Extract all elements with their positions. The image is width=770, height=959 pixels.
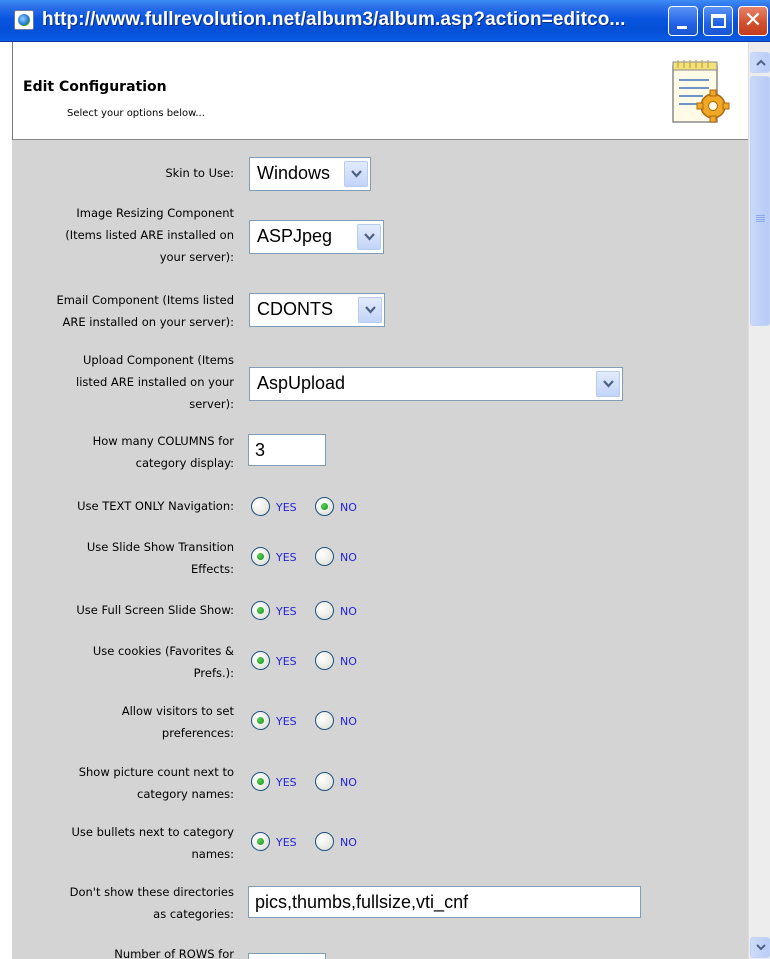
visitor-prefs-label: Allow visitors to set preferences: <box>121 704 234 740</box>
config-document-gear-icon <box>672 60 730 123</box>
columns-input-value: 3 <box>255 440 266 460</box>
visitor-prefs-no-label[interactable]: NO <box>340 715 357 728</box>
config-form: Skin to Use: Windows Image Resizing Comp… <box>12 140 748 959</box>
rows-label: Number of ROWS for <box>114 947 234 959</box>
email-select-value: CDONTS <box>257 299 333 319</box>
title-bar[interactable]: http://www.fullrevolution.net/album3/alb… <box>0 0 770 42</box>
visitor-prefs-no-radio[interactable] <box>315 711 334 730</box>
full-screen-yes-label[interactable]: YES <box>276 605 297 618</box>
bullets-yes-label[interactable]: YES <box>276 836 297 849</box>
cookies-yes-radio[interactable] <box>251 651 270 670</box>
slide-transition-no-radio[interactable] <box>315 547 334 566</box>
text-only-nav-yes-label[interactable]: YES <box>276 501 297 514</box>
upload-label: Upload Component (Items listed ARE insta… <box>76 353 234 411</box>
ie-page-icon <box>14 10 34 30</box>
minimize-button[interactable] <box>668 6 698 36</box>
chevron-down-icon[interactable] <box>596 371 620 397</box>
text-only-nav-label: Use TEXT ONLY Navigation: <box>77 499 234 513</box>
close-button[interactable]: ✕ <box>738 6 768 36</box>
vertical-scrollbar[interactable] <box>748 42 770 959</box>
chevron-up-icon <box>756 59 766 66</box>
browser-window: http://www.fullrevolution.net/album3/alb… <box>0 0 770 959</box>
picture-count-yes-label[interactable]: YES <box>276 776 297 789</box>
image-resizing-label: Image Resizing Component (Items listed A… <box>65 206 234 264</box>
page-subtitle: Select your options below... <box>67 108 205 119</box>
picture-count-yes-radio[interactable] <box>251 772 270 791</box>
slide-transition-yes-label[interactable]: YES <box>276 551 297 564</box>
text-only-nav-yes-radio[interactable] <box>251 497 270 516</box>
columns-input[interactable]: 3 <box>248 434 326 466</box>
bullets-label: Use bullets next to category names: <box>71 825 234 861</box>
image-resizing-select[interactable]: ASPJpeg <box>249 220 384 254</box>
bullets-no-label[interactable]: NO <box>340 836 357 849</box>
upload-select[interactable]: AspUpload <box>249 367 623 401</box>
text-only-nav-no-radio[interactable] <box>315 497 334 516</box>
full-screen-no-label[interactable]: NO <box>340 605 357 618</box>
full-screen-yes-radio[interactable] <box>251 601 270 620</box>
cookies-no-label[interactable]: NO <box>340 655 357 668</box>
window-title: http://www.fullrevolution.net/album3/alb… <box>42 9 626 30</box>
visitor-prefs-yes-radio[interactable] <box>251 711 270 730</box>
rows-input[interactable] <box>248 953 326 959</box>
full-screen-label: Use Full Screen Slide Show: <box>76 603 234 617</box>
cookies-label: Use cookies (Favorites & Prefs.): <box>92 644 234 680</box>
chevron-down-icon[interactable] <box>344 161 368 187</box>
close-icon: ✕ <box>743 8 763 33</box>
maximize-icon <box>711 14 726 28</box>
chevron-down-icon[interactable] <box>358 297 382 323</box>
picture-count-label: Show picture count next to category name… <box>78 765 234 801</box>
hidden-dirs-label: Don't show these directories as categori… <box>69 885 234 921</box>
picture-count-no-label[interactable]: NO <box>340 776 357 789</box>
page-content: Edit Configuration Select your options b… <box>12 42 748 959</box>
bullets-no-radio[interactable] <box>315 832 334 851</box>
email-label: Email Component (Items listed ARE instal… <box>56 293 234 329</box>
hidden-dirs-input-value: pics,thumbs,fullsize,vti_cnf <box>255 892 469 912</box>
slide-transition-no-label[interactable]: NO <box>340 551 357 564</box>
email-select[interactable]: CDONTS <box>249 293 385 327</box>
scroll-thumb[interactable] <box>750 76 770 326</box>
skin-select[interactable]: Windows <box>249 157 371 191</box>
skin-label: Skin to Use: <box>165 166 234 180</box>
bullets-yes-radio[interactable] <box>251 832 270 851</box>
full-screen-no-radio[interactable] <box>315 601 334 620</box>
chevron-down-icon[interactable] <box>357 224 381 250</box>
upload-select-value: AspUpload <box>257 373 346 393</box>
chevron-down-icon <box>756 944 766 951</box>
page-title: Edit Configuration <box>23 79 167 95</box>
scroll-up-button[interactable] <box>750 52 770 73</box>
visitor-prefs-yes-label[interactable]: YES <box>276 715 297 728</box>
skin-select-value: Windows <box>257 163 331 183</box>
text-only-nav-no-label[interactable]: NO <box>340 501 357 514</box>
slide-transition-label: Use Slide Show Transition Effects: <box>86 540 234 576</box>
cookies-yes-label[interactable]: YES <box>276 655 297 668</box>
columns-label: How many COLUMNS for category display: <box>92 434 234 470</box>
image-resizing-select-value: ASPJpeg <box>257 226 333 246</box>
slide-transition-yes-radio[interactable] <box>251 547 270 566</box>
hidden-dirs-input[interactable]: pics,thumbs,fullsize,vti_cnf <box>248 886 641 918</box>
page-header: Edit Configuration Select your options b… <box>12 42 748 140</box>
maximize-button[interactable] <box>703 6 733 36</box>
grip-icon <box>756 215 765 223</box>
cookies-no-radio[interactable] <box>315 651 334 670</box>
picture-count-no-radio[interactable] <box>315 772 334 791</box>
scroll-down-button[interactable] <box>750 937 770 958</box>
minimize-icon <box>677 26 687 29</box>
